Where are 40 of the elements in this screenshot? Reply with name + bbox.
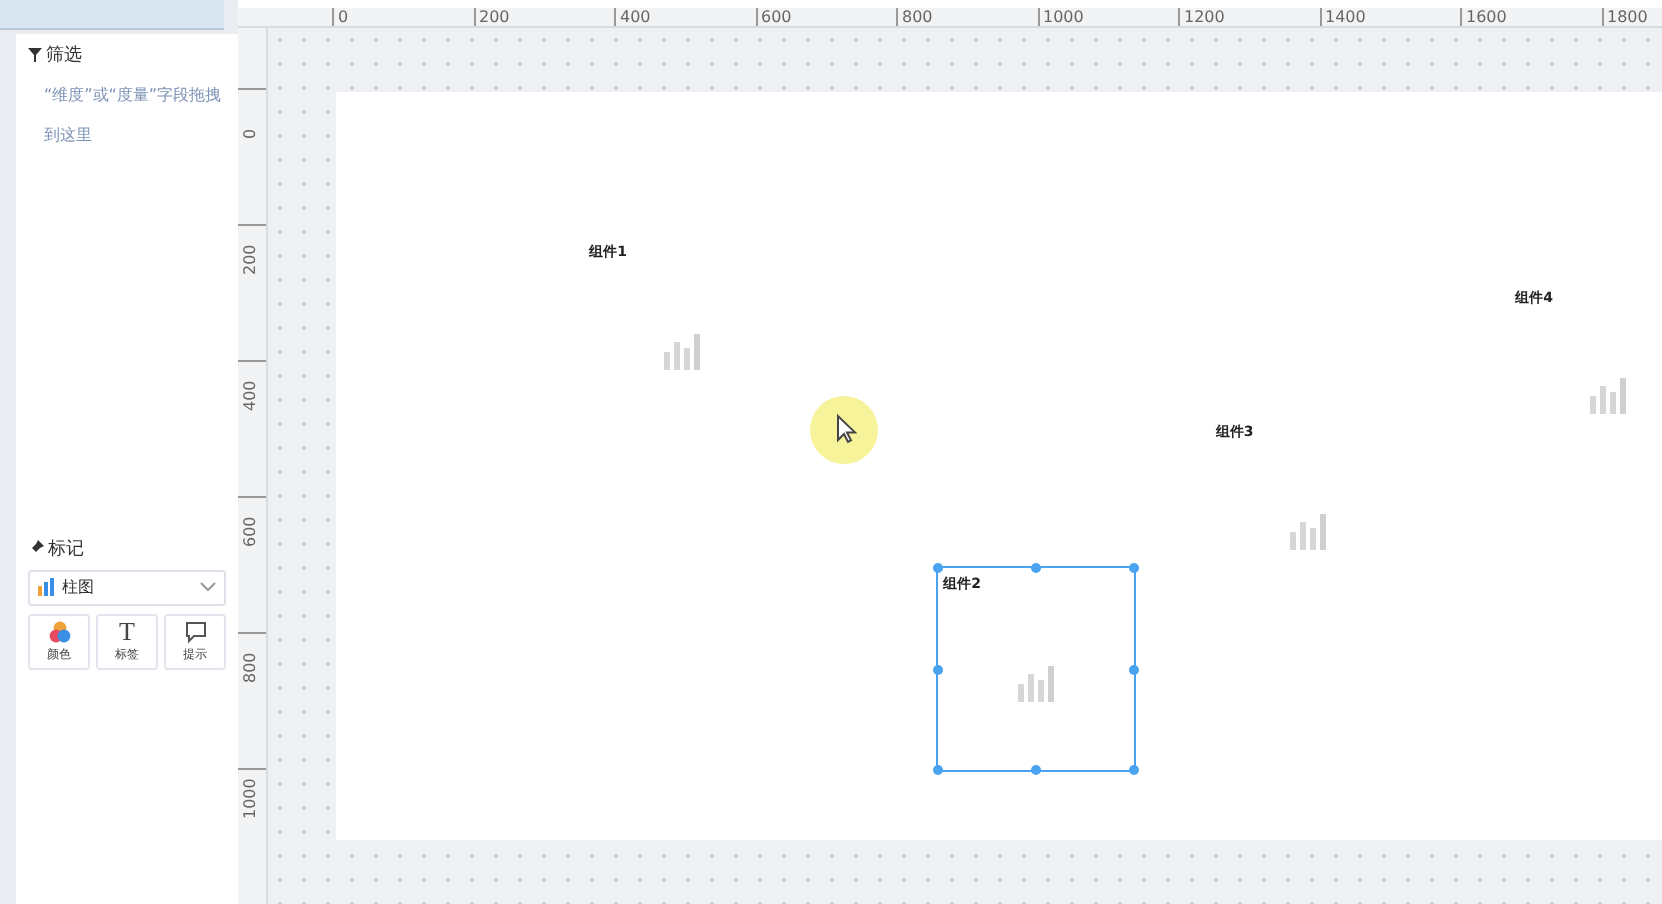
chart-type-select[interactable]: 柱图 [28,569,226,606]
resize-handle[interactable] [1129,563,1140,574]
ruler-label: 400 [241,378,259,411]
ruler-label: 1600 [1460,8,1601,26]
filter-drop-hint: “维度”或“度量”字段拖拽到这里 [42,84,224,148]
bar-chart-icon [38,578,56,597]
ruler-label: 200 [241,242,259,275]
resize-handle[interactable] [1129,765,1140,776]
resize-handle[interactable] [932,664,943,675]
resize-handle[interactable] [1129,664,1140,675]
filter-icon [28,48,42,62]
ruler-label: 0 [241,126,259,139]
bar-chart-icon [659,328,704,373]
ruler-label: 1200 [1178,8,1319,26]
ruler-label: 400 [614,8,755,26]
marks-title: 标记 [48,537,84,562]
color-dots-icon [47,619,71,644]
resize-handle[interactable] [1030,765,1041,776]
ruler-label: 1400 [1319,8,1460,26]
ruler-label: 200 [473,8,614,26]
chevron-down-icon [200,582,216,593]
ruler-label: 0 [332,8,473,26]
ruler-label: 1000 [1037,8,1178,26]
ruler-label: 800 [896,8,1037,26]
bar-chart-icon [1013,660,1058,705]
ruler-label: 800 [241,650,259,683]
pin-icon [28,540,44,557]
ruler-label: 1800 [1601,8,1662,26]
chart-type-label: 柱图 [62,576,96,599]
ruler-label: 600 [241,514,259,547]
ruler-label: 1000 [241,779,259,819]
filter-label: 筛选 [46,43,82,68]
ruler-label: 600 [755,8,896,26]
cursor-highlight-drawing [810,396,878,464]
speech-bubble-icon [183,619,207,644]
text-glyph: T [119,619,135,644]
resize-handle[interactable] [932,765,943,776]
resize-handle[interactable] [932,563,943,574]
resize-handle[interactable] [1030,563,1041,574]
bar-chart-icon [1586,372,1631,417]
